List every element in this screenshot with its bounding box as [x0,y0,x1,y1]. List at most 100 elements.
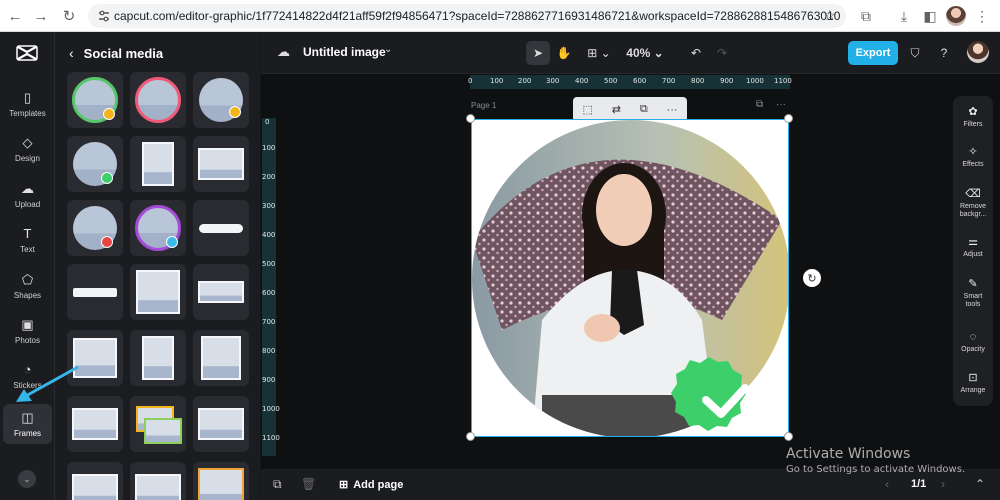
rail-item-design[interactable]: ◇ Design [3,129,52,169]
browser-menu-icon[interactable]: ⋮ [970,0,994,32]
frame-tile-square-post[interactable] [130,264,186,320]
text-icon: T [23,225,32,241]
remove-background-button[interactable]: ⌫ Remove backgr... [953,188,993,219]
rotate-handle-icon[interactable]: ↻ [803,269,821,287]
frame-tile-red-badge[interactable] [67,200,123,256]
right-properties-panel: ✿ Filters ✧ Effects ⌫ Remove backgr... ⚌… [953,96,993,406]
frame-tile-profile-post[interactable] [193,330,249,386]
frame-preview [201,336,241,380]
page-more-icon[interactable]: ··· [776,99,786,110]
filters-icon: ✿ [968,106,978,118]
more-options-icon[interactable]: ··· [667,104,678,116]
layout-grid-icon[interactable]: ⊞ ⌄ [583,41,615,65]
frame-tile-card[interactable] [193,264,249,320]
arrange-icon: ⊡ [968,372,978,384]
document-title[interactable]: Untitled image [303,45,386,59]
frame-tile-story[interactable] [130,330,186,386]
back-icon[interactable]: ← [2,0,28,32]
duplicate-page-icon[interactable]: ⧉ [756,99,763,110]
redo-icon[interactable]: ↷ [711,41,733,65]
effects-button[interactable]: ✧ Effects [953,146,993,169]
rail-item-photos[interactable]: ▣ Photos [3,311,52,351]
horizontal-ruler: 0 100 200 300 400 500 600 700 800 900 10… [468,75,792,89]
site-settings-icon[interactable] [97,9,111,23]
framed-photo[interactable] [472,120,789,437]
help-icon[interactable]: ? [933,41,955,65]
bookmark-star-icon[interactable]: ☆ [823,7,836,24]
rail-more-chevron-down-icon[interactable]: ⌄ [18,470,36,488]
extensions-icon[interactable]: ⧉ [854,0,878,32]
browser-chrome: ← → ↻ capcut.com/editor-graphic/1f772414… [0,0,1000,32]
frame-tile-green-ring[interactable] [67,72,123,128]
resize-handle-bl[interactable] [466,432,475,441]
zoom-dropdown[interactable]: 40% ⌄ [621,41,669,65]
user-avatar[interactable] [967,41,989,63]
rail-item-upload[interactable]: ☁ Upload [3,175,52,215]
frame-tile-row7-b[interactable] [130,462,186,500]
crop-icon[interactable]: ⬚ [582,103,592,116]
capcut-logo-icon[interactable] [16,44,38,64]
back-chevron-icon[interactable]: ‹ [69,45,74,61]
add-page-icon: ⊞ [339,479,349,491]
frame-tile-stacked[interactable] [130,396,186,452]
frame-tile-bar[interactable] [67,264,123,320]
replace-icon[interactable]: ⇄ [612,103,621,116]
smart-tools-button[interactable]: ✎ Smart tools [953,278,993,309]
frame-tile-window[interactable] [193,396,249,452]
frame-tile-check-badge[interactable] [67,136,123,192]
address-bar[interactable]: capcut.com/editor-graphic/1f772414822d4f… [88,4,846,28]
frame-tile-star-badge[interactable] [193,72,249,128]
design-page[interactable] [471,119,789,437]
rail-item-shapes[interactable]: ⬠ Shapes [3,266,52,306]
download-icon[interactable]: ⤓ [892,0,916,32]
trash-icon[interactable]: 🗑 [301,477,316,491]
undo-icon[interactable]: ↶ [685,41,707,65]
star-badge-icon [229,106,241,118]
add-page-button[interactable]: ⊞ Add page [339,478,403,492]
shield-icon[interactable]: ⛉ [904,41,926,65]
filters-button[interactable]: ✿ Filters [953,106,993,129]
hand-tool-icon[interactable]: ✋ [552,41,576,65]
frames-icon: ◫ [21,409,34,425]
opacity-drop-icon: ◌ [969,331,977,343]
title-chevron-down-icon[interactable]: ⌄ [384,44,392,55]
left-rail: ▯ Templates ◇ Design ☁ Upload T Text ⬠ S… [0,32,55,500]
resize-handle-tr[interactable] [784,114,793,123]
frame-tile-pink-ring[interactable] [130,72,186,128]
export-button[interactable]: Export [848,41,898,65]
sidebar-icon[interactable]: ◧ [918,0,942,32]
resize-handle-br[interactable] [784,432,793,441]
expand-up-icon[interactable]: ⌃ [975,477,985,491]
frame-preview [144,418,182,444]
frame-preview [198,408,244,440]
arrange-button[interactable]: ⊡ Arrange [953,372,993,395]
frame-tile-row7-a[interactable] [67,462,123,500]
prev-page-chevron-icon[interactable]: ‹ [885,477,889,491]
copy-icon[interactable]: ⧉ [640,103,648,116]
frame-tile-wide-post[interactable] [193,136,249,192]
browser-profile-avatar[interactable] [946,6,966,26]
page-counter: 1/1 [911,478,927,490]
frame-preview [136,270,180,314]
forward-icon[interactable]: → [28,0,54,32]
sliders-icon: ⚌ [968,236,978,248]
frame-tile-row7-c[interactable] [193,462,249,500]
reload-icon[interactable]: ↻ [56,0,82,32]
next-page-chevron-icon[interactable]: › [941,477,945,491]
frame-preview [135,474,181,500]
rail-item-frames[interactable]: ◫ Frames [3,404,52,444]
frame-tile-search-pill[interactable] [193,200,249,256]
select-tool-cursor-icon[interactable]: ➤ [526,41,550,65]
activate-windows-title: Activate Windows [786,446,911,462]
url-text: capcut.com/editor-graphic/1f772414822d4f… [114,9,841,23]
pages-icon[interactable]: ⧉ [273,477,282,492]
opacity-button[interactable]: ◌ Opacity [953,331,993,354]
vertical-ruler: 0 100 200 300 400 500 600 700 800 900 10… [262,118,280,456]
resize-handle-tl[interactable] [466,114,475,123]
rail-item-templates[interactable]: ▯ Templates [3,84,52,124]
frame-tile-purple-ring[interactable] [130,200,186,256]
eraser-icon: ⌫ [965,188,981,200]
frame-tile-post[interactable] [130,136,186,192]
adjust-button[interactable]: ⚌ Adjust [953,236,993,259]
rail-item-text[interactable]: T Text [3,220,52,260]
